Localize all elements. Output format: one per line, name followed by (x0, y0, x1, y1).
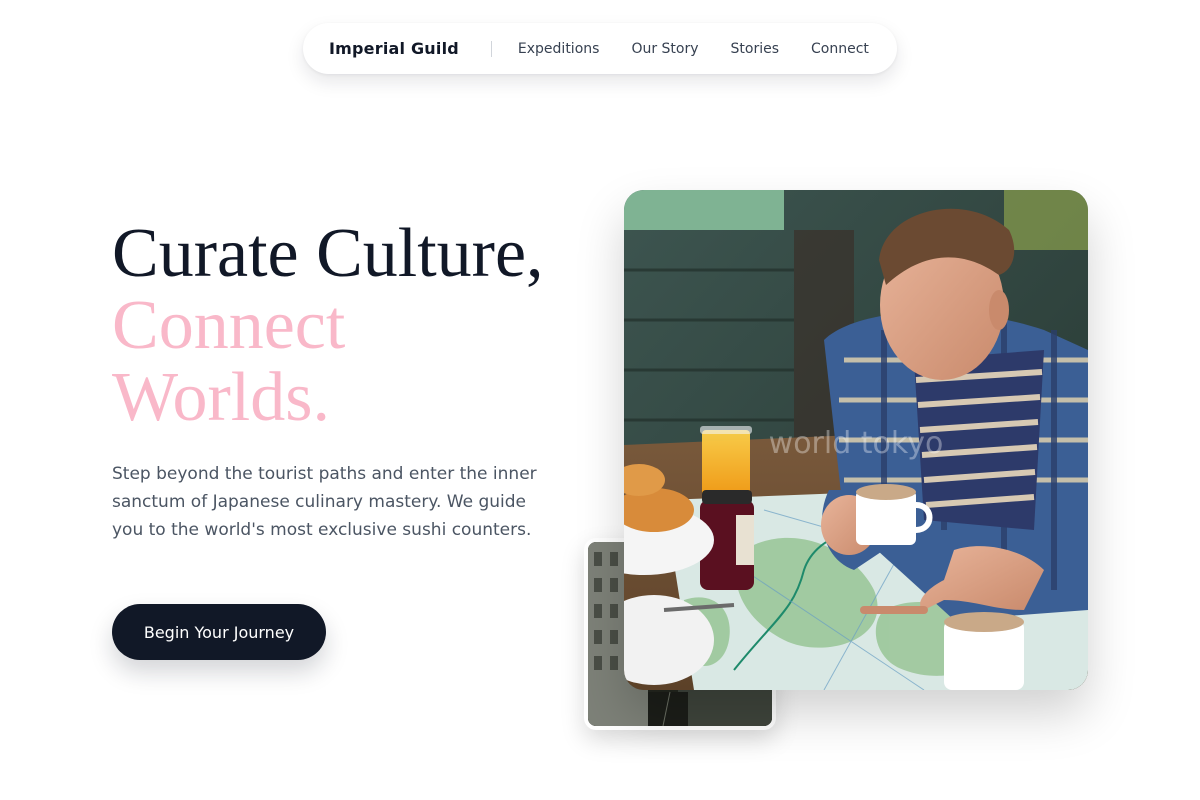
hero-headline: Curate Culture, Connect Worlds. (112, 218, 544, 434)
hero-photo: world tokyo (624, 190, 1088, 690)
nav-link-connect[interactable]: Connect (811, 41, 869, 57)
nav-link-stories[interactable]: Stories (731, 41, 780, 57)
headline-line-3: Worlds. (112, 359, 330, 436)
top-navigation: Imperial Guild Expeditions Our Story Sto… (303, 23, 897, 74)
headline-line-1: Curate Culture, (112, 215, 544, 292)
nav-divider (490, 40, 492, 57)
hero-description: Step beyond the tourist paths and enter … (112, 464, 537, 540)
landing-page: Imperial Guild Expeditions Our Story Sto… (0, 0, 1200, 800)
brand-logo[interactable]: Imperial Guild (329, 39, 459, 58)
nav-link-our-story[interactable]: Our Story (631, 41, 698, 57)
begin-journey-button[interactable]: Begin Your Journey (112, 604, 326, 660)
headline-line-2: Connect (112, 287, 346, 364)
nav-links: Expeditions Our Story Stories Connect (518, 41, 869, 57)
nav-link-expeditions[interactable]: Expeditions (518, 41, 600, 57)
